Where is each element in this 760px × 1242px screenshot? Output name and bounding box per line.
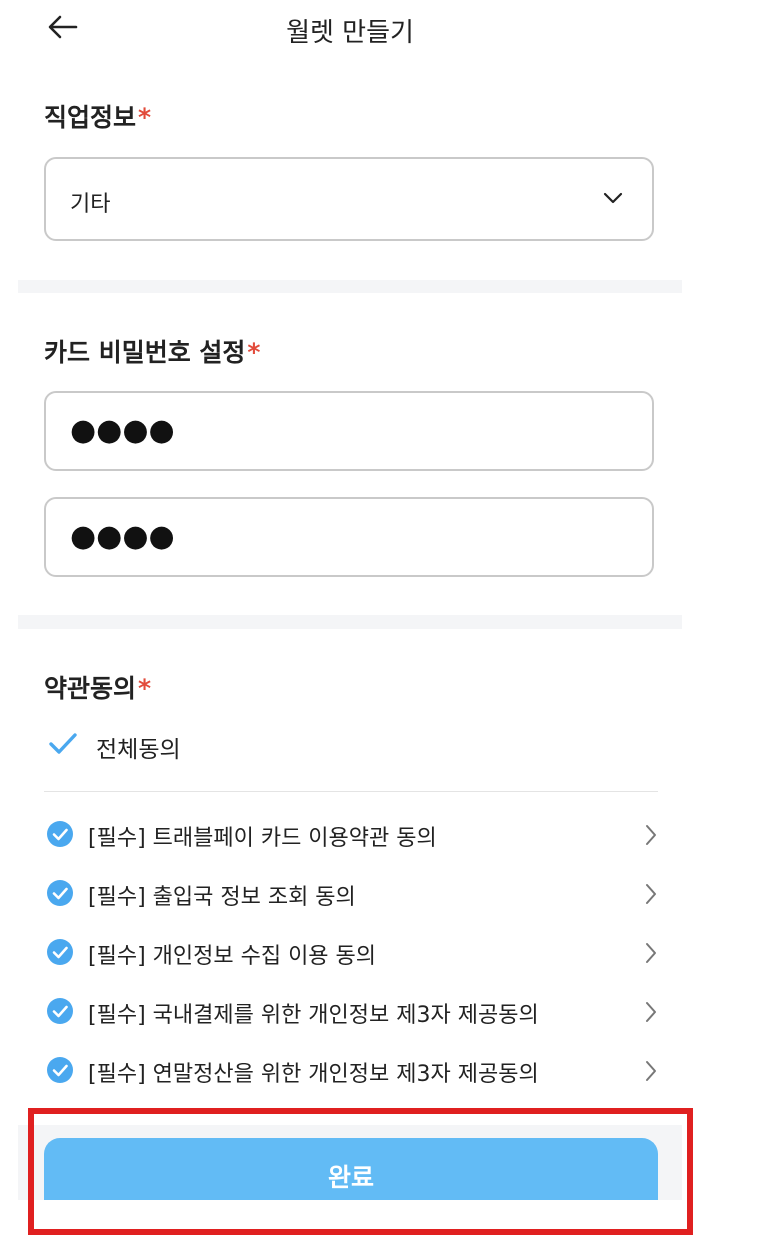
check-circle-icon <box>47 821 73 847</box>
term-item-label: [필수] 트래블페이 카드 이용약관 동의 <box>88 826 437 851</box>
term-item-label: [필수] 출입국 정보 조회 동의 <box>88 885 356 910</box>
term-item[interactable]: [필수] 출입국 정보 조회 동의 <box>44 872 656 916</box>
term-item-label: [필수] 연말정산을 위한 개인정보 제3자 제공동의 <box>88 1062 539 1087</box>
card-password-label-text: 카드 비밀번호 설정 <box>44 338 246 367</box>
chevron-right-icon <box>646 1061 656 1081</box>
divider <box>44 791 658 792</box>
job-info-section: 직업정보* 기타 <box>18 58 682 280</box>
job-info-label: 직업정보* <box>44 98 151 134</box>
app-header: 월렛 만들기 <box>18 0 682 58</box>
card-password-label: 카드 비밀번호 설정* <box>44 333 261 369</box>
terms-section: 약관동의* 전체동의 [필수] 트래블페이 카드 이용약관 동의 [필수] 출입… <box>18 629 682 1125</box>
password-confirm-input[interactable]: ●●●● <box>44 497 654 577</box>
chevron-right-icon <box>646 884 656 904</box>
password-confirm-dots: ●●●● <box>70 519 175 554</box>
phone-screen: 월렛 만들기 직업정보* 기타 카드 비밀번호 설정* ●●●● ●●●● 약관… <box>18 0 682 1200</box>
agree-all-checkbox[interactable]: 전체동의 <box>44 721 654 771</box>
required-mark: * <box>138 103 152 132</box>
check-circle-icon <box>47 939 73 965</box>
term-item[interactable]: [필수] 연말정산을 위한 개인정보 제3자 제공동의 <box>44 1049 656 1093</box>
term-item[interactable]: [필수] 트래블페이 카드 이용약관 동의 <box>44 813 656 857</box>
term-item[interactable]: [필수] 개인정보 수집 이용 동의 <box>44 931 656 975</box>
check-circle-icon <box>47 1057 73 1083</box>
chevron-right-icon <box>646 825 656 845</box>
job-select[interactable]: 기타 <box>44 157 654 241</box>
job-select-value: 기타 <box>70 192 111 217</box>
term-item-label: [필수] 국내결제를 위한 개인정보 제3자 제공동의 <box>88 1003 539 1028</box>
job-info-label-text: 직업정보 <box>44 103 137 132</box>
check-circle-icon <box>47 998 73 1024</box>
password-input[interactable]: ●●●● <box>44 391 654 471</box>
page-title: 월렛 만들기 <box>286 18 414 48</box>
chevron-right-icon <box>646 943 656 963</box>
checkmark-icon <box>49 733 77 754</box>
chevron-down-icon <box>603 192 623 204</box>
term-item-label: [필수] 개인정보 수집 이용 동의 <box>88 944 377 969</box>
required-mark: * <box>138 674 152 703</box>
check-circle-icon <box>47 880 73 906</box>
card-password-section: 카드 비밀번호 설정* ●●●● ●●●● <box>18 293 682 615</box>
terms-label: 약관동의* <box>44 669 151 705</box>
done-button[interactable]: 완료 <box>44 1138 658 1200</box>
required-mark: * <box>247 338 261 367</box>
bottom-action-area: 완료 <box>18 1125 682 1200</box>
term-item[interactable]: [필수] 국내결제를 위한 개인정보 제3자 제공동의 <box>44 990 656 1034</box>
agree-all-label: 전체동의 <box>96 737 181 763</box>
password-dots: ●●●● <box>70 413 175 448</box>
chevron-right-icon <box>646 1002 656 1022</box>
terms-label-text: 약관동의 <box>44 674 137 703</box>
